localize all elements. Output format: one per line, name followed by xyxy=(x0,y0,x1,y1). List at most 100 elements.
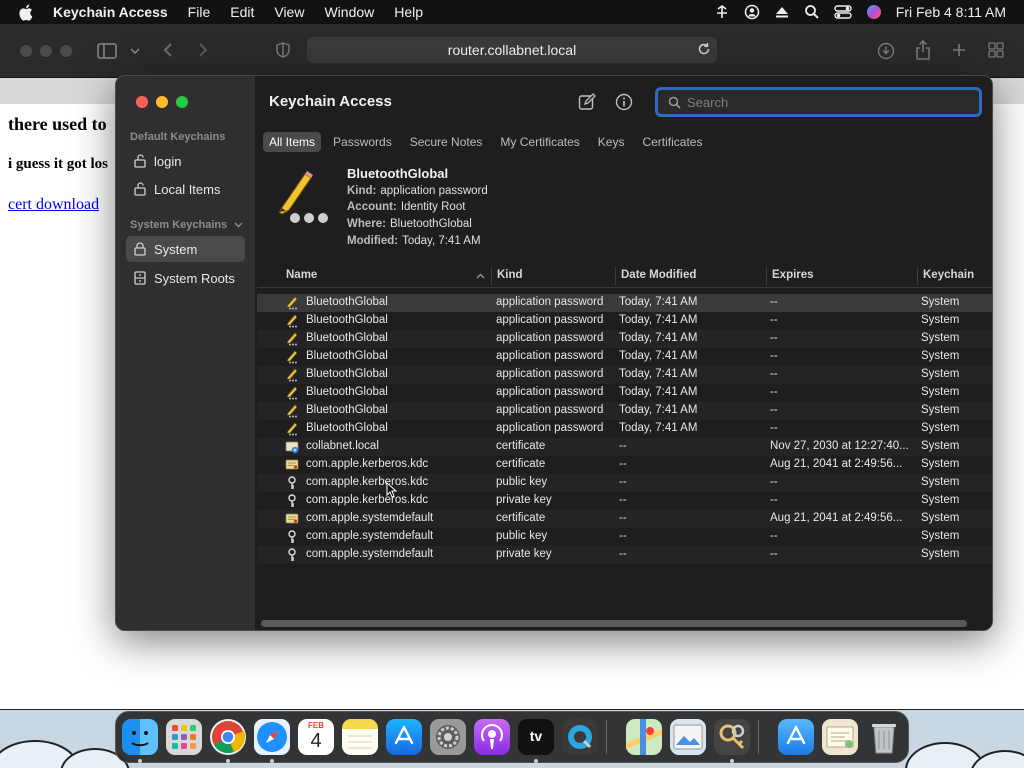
notes-icon[interactable] xyxy=(342,719,378,755)
launchpad-icon[interactable] xyxy=(166,719,202,755)
calendar-icon[interactable]: FEB 4 xyxy=(298,719,334,755)
table-row[interactable]: BluetoothGlobal application password Today… xyxy=(257,294,992,312)
table-row[interactable]: com.apple.kerberos.kdc public key -- -- Syst… xyxy=(257,474,992,492)
table-row[interactable]: BluetoothGlobal application password Today… xyxy=(257,402,992,420)
sidebar-item-system[interactable]: System xyxy=(126,236,245,262)
sort-ascending-icon[interactable] xyxy=(476,273,485,279)
spotlight-search-icon[interactable] xyxy=(804,4,820,20)
cell-name: com.apple.kerberos.kdc xyxy=(306,458,429,470)
address-bar[interactable]: router.collabnet.local xyxy=(307,37,717,63)
sidebar-item-label: Local Items xyxy=(154,181,221,197)
menu-help[interactable]: Help xyxy=(394,4,423,20)
table-row[interactable]: BluetoothGlobal application password Today… xyxy=(257,366,992,384)
tab-certificates[interactable]: Certificates xyxy=(636,132,708,152)
cert-download-link[interactable]: cert download xyxy=(8,196,99,214)
reload-icon[interactable] xyxy=(697,42,711,56)
menu-window[interactable]: Window xyxy=(324,4,374,20)
table-row[interactable]: BluetoothGlobal application password Today… xyxy=(257,384,992,402)
system-preferences-icon[interactable] xyxy=(430,719,466,755)
column-header-kind[interactable]: Kind xyxy=(497,269,523,281)
chrome-icon[interactable] xyxy=(210,719,246,755)
keychain-access-icon[interactable] xyxy=(714,719,750,755)
privacy-shield-icon[interactable] xyxy=(276,42,290,58)
column-divider[interactable] xyxy=(615,267,616,285)
tab-all-items[interactable]: All Items xyxy=(263,132,322,152)
table-row[interactable]: BluetoothGlobal application password Today… xyxy=(257,330,992,348)
user-icon[interactable] xyxy=(744,4,760,20)
sidebar-toggle-icon[interactable] xyxy=(97,43,117,59)
zoom-button[interactable] xyxy=(176,96,188,108)
menu-edit[interactable]: Edit xyxy=(230,4,254,20)
menu-view[interactable]: View xyxy=(274,4,304,20)
tab-secure-notes[interactable]: Secure Notes xyxy=(404,132,489,152)
search-field[interactable] xyxy=(655,87,982,117)
table-row[interactable]: com.apple.kerberos.kdc certificate -- Aug 2… xyxy=(257,456,992,474)
column-header-expires[interactable]: Expires xyxy=(772,269,814,281)
column-divider[interactable] xyxy=(917,267,918,285)
podcasts-icon[interactable] xyxy=(474,719,510,755)
horizontal-scrollbar[interactable] xyxy=(261,620,967,627)
sidebar-item-system-roots[interactable]: System Roots xyxy=(126,265,245,291)
table-row[interactable]: com.apple.systemdefault public key -- -- Sys… xyxy=(257,528,992,546)
new-tab-icon[interactable] xyxy=(952,43,966,57)
tab-my-certificates[interactable]: My Certificates xyxy=(494,132,585,152)
column-header-keychain[interactable]: Keychain xyxy=(923,269,974,281)
tab-passwords[interactable]: Passwords xyxy=(327,132,398,152)
table-row[interactable]: com.apple.kerberos.kdc private key -- -- Sys… xyxy=(257,492,992,510)
downloads-icon[interactable] xyxy=(877,42,895,60)
safari-zoom-button[interactable] xyxy=(60,45,72,57)
trash-icon[interactable] xyxy=(866,719,902,755)
share-icon[interactable] xyxy=(915,40,931,60)
safari-minimize-button[interactable] xyxy=(40,45,52,57)
downloads-stack-icon[interactable] xyxy=(778,719,814,755)
unlocked-icon xyxy=(134,154,146,168)
table-row[interactable]: collabnet.local certificate -- Nov 27, 2030… xyxy=(257,438,992,456)
column-header-date-modified[interactable]: Date Modified xyxy=(621,269,696,281)
chevron-down-icon[interactable] xyxy=(130,48,140,54)
apple-tv-icon[interactable]: tv xyxy=(518,719,554,755)
back-icon[interactable] xyxy=(163,42,173,58)
cell-keychain: System xyxy=(921,512,960,524)
forward-icon[interactable] xyxy=(198,42,208,58)
table-row[interactable]: BluetoothGlobal application password Today… xyxy=(257,312,992,330)
cell-date-modified: Today, 7:41 AM xyxy=(619,296,698,308)
table-row[interactable]: com.apple.systemdefault private key -- -- Sy… xyxy=(257,546,992,564)
finder-icon[interactable] xyxy=(122,719,158,755)
menu-file[interactable]: File xyxy=(188,4,211,20)
search-input[interactable] xyxy=(687,94,967,110)
table-row[interactable]: BluetoothGlobal application password Today… xyxy=(257,348,992,366)
sidebar-section-system[interactable]: System Keychains xyxy=(130,219,243,231)
compose-icon[interactable] xyxy=(578,93,596,111)
safari-close-button[interactable] xyxy=(20,45,32,57)
tab-keys[interactable]: Keys xyxy=(592,132,631,152)
sidebar-item-login[interactable]: login xyxy=(126,148,245,174)
quicktime-icon[interactable] xyxy=(562,719,598,755)
apple-menu-icon[interactable] xyxy=(18,4,34,21)
eject-icon[interactable] xyxy=(774,4,790,20)
menu-app-name[interactable]: Keychain Access xyxy=(53,4,168,20)
chevron-down-icon[interactable] xyxy=(234,222,243,228)
menu-clock[interactable]: Fri Feb 4 8:11 AM xyxy=(896,4,1006,20)
siri-icon[interactable] xyxy=(866,4,882,20)
sidebar-item-local-items[interactable]: Local Items xyxy=(126,176,245,202)
table-row[interactable]: BluetoothGlobal application password Today… xyxy=(257,420,992,438)
sidebar: Default Keychains login Local Items Syst… xyxy=(116,76,256,630)
maps-icon[interactable] xyxy=(626,719,662,755)
network-icon[interactable] xyxy=(714,4,730,20)
control-center-icon[interactable] xyxy=(834,4,852,20)
table-row[interactable]: com.apple.systemdefault certificate -- Aug … xyxy=(257,510,992,528)
info-icon[interactable] xyxy=(615,93,633,111)
preview-icon[interactable] xyxy=(670,719,706,755)
cell-date-modified: Today, 7:41 AM xyxy=(619,422,698,434)
column-header-name[interactable]: Name xyxy=(286,269,317,281)
minimize-button[interactable] xyxy=(156,96,168,108)
column-divider[interactable] xyxy=(491,267,492,285)
app-store-icon[interactable] xyxy=(386,719,422,755)
keychain-access-window: Default Keychains login Local Items Syst… xyxy=(115,75,993,631)
safari-icon[interactable] xyxy=(254,719,290,755)
documents-stack-icon[interactable] xyxy=(822,719,858,755)
close-button[interactable] xyxy=(136,96,148,108)
cell-name: com.apple.systemdefault xyxy=(306,530,434,542)
column-divider[interactable] xyxy=(766,267,767,285)
tab-overview-icon[interactable] xyxy=(988,42,1004,58)
